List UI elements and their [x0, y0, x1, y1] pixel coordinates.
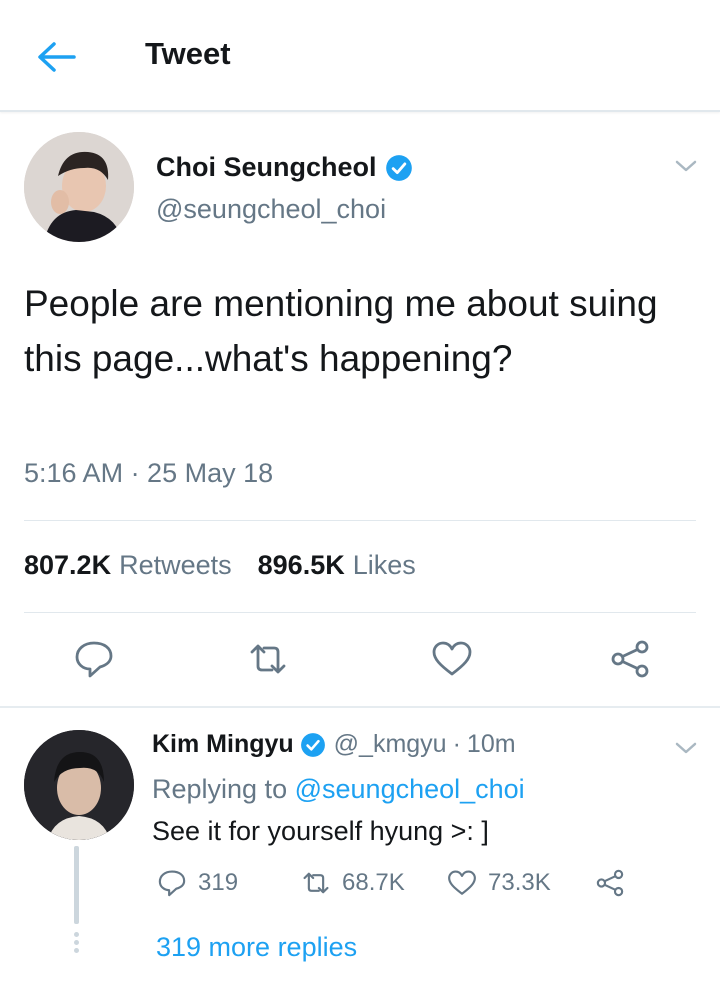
likes-label: Likes	[352, 550, 416, 580]
retweet-icon	[303, 872, 329, 894]
share-icon	[611, 640, 649, 678]
reply-text: See it for yourself hyung >: ]	[152, 816, 489, 846]
reply-author-avatar[interactable]	[24, 730, 134, 840]
reply-icon	[158, 870, 186, 897]
separator-dot: ·	[452, 730, 461, 758]
like-count: 73.3K	[488, 869, 551, 896]
tweet-text: People are mentioning me about suing thi…	[24, 283, 658, 379]
retweets-count: 807.2K	[24, 550, 112, 580]
replying-to: Replying to @seungcheol_choi	[152, 774, 525, 805]
avatar-photo	[24, 132, 134, 242]
engagement-stats: 807.2K Retweets 896.5K Likes	[24, 550, 442, 581]
replying-prefix: Replying to	[152, 774, 288, 804]
like-icon	[448, 870, 476, 895]
verified-badge-icon	[300, 732, 325, 757]
reply-author-name[interactable]: Kim Mingyu	[152, 730, 294, 759]
like-button[interactable]	[430, 638, 474, 680]
top-bar: Tweet	[0, 0, 720, 112]
reply-retweet-button[interactable]: 68.7K	[300, 868, 405, 898]
chevron-down-icon[interactable]	[672, 738, 700, 758]
divider	[24, 612, 696, 613]
avatar-photo	[24, 730, 134, 840]
retweets-label: Retweets	[119, 550, 232, 580]
arrow-left-icon	[38, 42, 76, 72]
more-replies-link[interactable]: 319 more replies	[156, 932, 357, 963]
verified-badge-icon	[385, 154, 412, 181]
section-divider	[0, 706, 720, 708]
like-icon	[432, 641, 472, 676]
author-name[interactable]: Choi Seungcheol	[156, 152, 413, 183]
reply-share-button[interactable]	[594, 868, 636, 898]
thread-line	[74, 846, 79, 924]
reply-count: 319	[198, 869, 239, 896]
reply-time: 10m	[466, 730, 516, 758]
divider	[24, 520, 696, 521]
retweet-icon	[250, 644, 286, 674]
reply-author-handle[interactable]: @_kmgyu	[334, 730, 447, 759]
author-handle[interactable]: @seungcheol_choi	[156, 194, 386, 225]
page-title: Tweet	[145, 36, 231, 71]
tweet-timestamp: 5:16 AM · 25 May 18	[24, 458, 274, 488]
reply-button[interactable]	[72, 638, 116, 680]
back-button[interactable]	[34, 38, 78, 76]
share-icon	[596, 869, 624, 897]
replying-to-link[interactable]: @seungcheol_choi	[295, 774, 525, 804]
likes-stat[interactable]: 896.5K Likes	[258, 550, 416, 581]
reply-icon	[75, 641, 113, 678]
share-button[interactable]	[608, 638, 652, 680]
reply-like-button[interactable]: 73.3K	[446, 868, 551, 898]
retweets-stat[interactable]: 807.2K Retweets	[24, 550, 232, 581]
reply-reply-button[interactable]: 319	[156, 868, 238, 898]
author-name-text: Choi Seungcheol	[156, 152, 377, 182]
reply-header: Kim Mingyu @_kmgyu · 10m	[152, 730, 516, 759]
retweet-count: 68.7K	[342, 869, 405, 896]
thread-dots	[74, 932, 79, 956]
retweet-button[interactable]	[246, 638, 290, 680]
chevron-down-icon[interactable]	[672, 156, 700, 176]
author-avatar[interactable]	[24, 132, 134, 242]
likes-count: 896.5K	[257, 550, 345, 580]
